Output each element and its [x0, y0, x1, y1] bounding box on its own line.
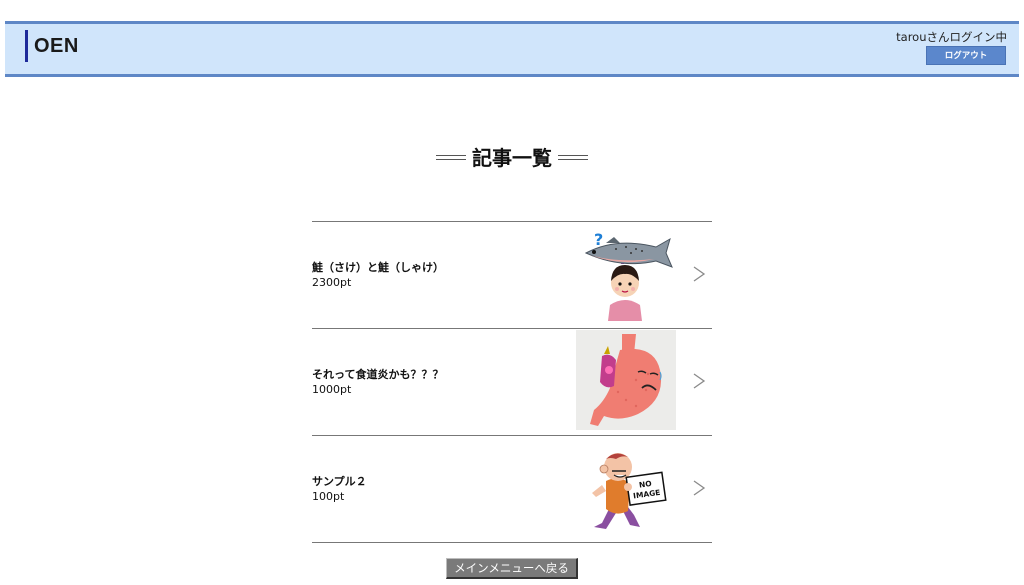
login-status: tarouさんログイン中	[896, 30, 1007, 44]
page-title: 記事一覧	[472, 146, 552, 170]
article-title: サンプル２	[312, 475, 367, 488]
article-points: 1000pt	[312, 383, 352, 396]
article-item[interactable]: それって食道炎かも？？？ 1000pt	[312, 328, 712, 435]
article-item[interactable]: サンプル２ 100pt NO IMAGE	[312, 435, 712, 543]
chevron-right-icon	[693, 266, 706, 282]
stomach-illustration-icon	[576, 330, 676, 430]
salmon-question-illustration-icon: ? ?	[584, 230, 673, 321]
logout-button[interactable]: ログアウト	[926, 46, 1006, 65]
chevron-right-icon	[693, 373, 706, 389]
article-title: それって食道炎かも？？？	[312, 368, 444, 381]
article-list: 鮭（さけ）と鮭（しゃけ） 2300pt ? ?	[312, 221, 712, 543]
article-title: 鮭（さけ）と鮭（しゃけ）	[312, 261, 444, 274]
site-header: OEN tarouさんログイン中 ログアウト	[5, 21, 1019, 77]
no-image-illustration-icon: NO IMAGE	[592, 453, 667, 529]
no-image-sign-text-1: NO	[638, 479, 652, 490]
article-points: 2300pt	[312, 276, 352, 289]
page-title-wrap: 記事一覧	[0, 142, 1024, 171]
back-to-main-menu-button[interactable]: メインメニューへ戻る	[446, 558, 578, 579]
article-item[interactable]: 鮭（さけ）と鮭（しゃけ） 2300pt ? ?	[312, 221, 712, 328]
chevron-right-icon	[693, 480, 706, 496]
article-points: 100pt	[312, 490, 345, 503]
site-logo[interactable]: OEN	[25, 30, 79, 62]
title-decoration-right	[558, 155, 588, 160]
title-decoration-left	[436, 155, 466, 160]
